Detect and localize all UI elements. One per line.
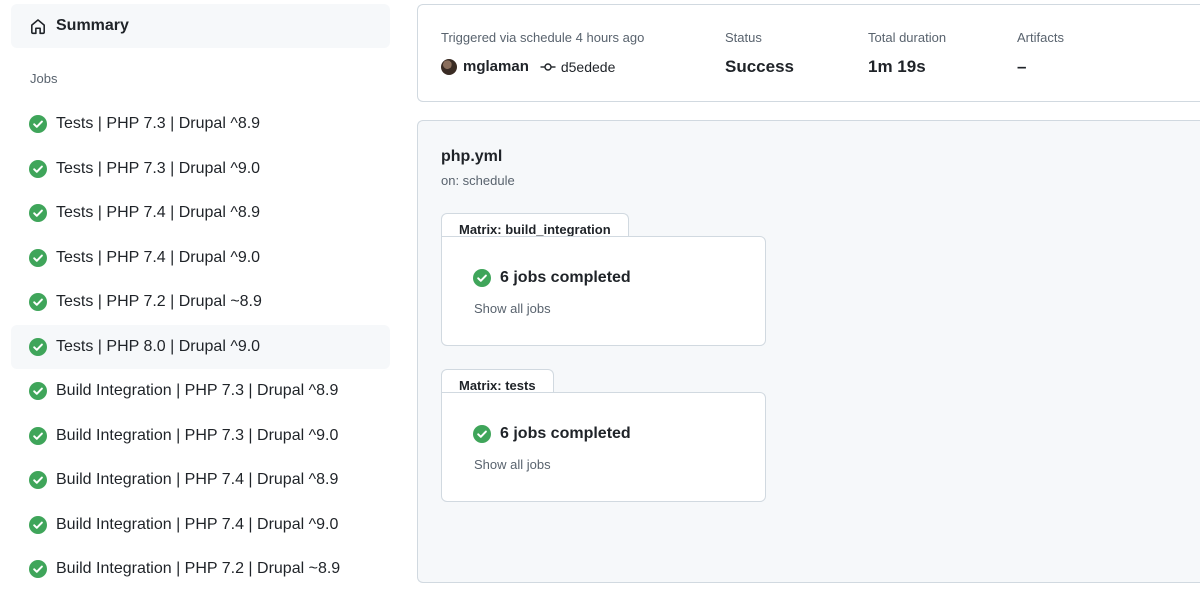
- trigger-label: Triggered via schedule 4 hours ago: [441, 30, 645, 45]
- artifacts-value: –: [1017, 57, 1027, 76]
- matrix-box: 6 jobs completed Show all jobs: [441, 236, 766, 346]
- matrix-status: 6 jobs completed: [473, 269, 631, 287]
- job-label: Build Integration | PHP 7.2 | Drupal ~8.…: [56, 560, 341, 578]
- job-label: Build Integration | PHP 7.3 | Drupal ^9.…: [56, 426, 339, 444]
- jobs-heading: Jobs: [30, 71, 58, 86]
- show-all-jobs-link[interactable]: Show all jobs: [474, 457, 551, 472]
- job-label: Tests | PHP 7.2 | Drupal ~8.9: [56, 293, 262, 311]
- check-circle-icon: [29, 204, 47, 223]
- duration-value: 1m 19s: [868, 57, 926, 76]
- matrix-box: 6 jobs completed Show all jobs: [441, 392, 766, 502]
- duration-label: Total duration: [868, 30, 947, 45]
- check-circle-icon: [29, 248, 47, 267]
- job-label: Build Integration | PHP 7.4 | Drupal ^8.…: [56, 471, 339, 489]
- check-circle-icon: [29, 515, 47, 534]
- workflow-file-name: php.yml: [441, 148, 503, 165]
- job-list: Tests | PHP 7.3 | Drupal ^8.9 Tests | PHP…: [11, 102, 390, 592]
- matrix-name: Matrix: tests: [441, 369, 554, 394]
- matrix-summary: 6 jobs completed: [500, 269, 631, 286]
- check-circle-icon: [29, 560, 47, 579]
- workflow-trigger: on: schedule: [441, 173, 515, 188]
- sidebar-job-item[interactable]: Build Integration | PHP 7.2 | Drupal ~8.…: [11, 547, 390, 592]
- check-circle-icon: [29, 159, 47, 178]
- job-label: Tests | PHP 8.0 | Drupal ^9.0: [56, 337, 261, 355]
- job-label: Tests | PHP 7.4 | Drupal ^9.0: [56, 248, 261, 266]
- matrix-name: Matrix: build_integration: [441, 213, 629, 238]
- check-circle-icon: [29, 115, 47, 134]
- status-value: Success: [725, 57, 794, 76]
- sidebar-job-item[interactable]: Build Integration | PHP 7.3 | Drupal ^9.…: [11, 414, 390, 459]
- check-circle-icon: [29, 382, 47, 401]
- sidebar-job-item[interactable]: Tests | PHP 7.3 | Drupal ^8.9: [11, 102, 390, 147]
- sidebar-item-summary[interactable]: Summary: [11, 4, 390, 48]
- sidebar-job-item[interactable]: Build Integration | PHP 7.4 | Drupal ^9.…: [11, 503, 390, 548]
- job-label: Build Integration | PHP 7.4 | Drupal ^9.…: [56, 515, 339, 533]
- matrix-summary: 6 jobs completed: [500, 425, 631, 442]
- artifacts-label: Artifacts: [1017, 30, 1064, 45]
- job-label: Tests | PHP 7.4 | Drupal ^8.9: [56, 204, 261, 222]
- check-circle-icon: [29, 293, 47, 312]
- workflow-graph: php.yml on: schedule Matrix: build_integ…: [417, 120, 1200, 583]
- check-circle-icon: [29, 337, 47, 356]
- job-label: Tests | PHP 7.3 | Drupal ^9.0: [56, 159, 261, 177]
- check-circle-icon: [473, 269, 491, 287]
- summary-label: Summary: [56, 17, 129, 34]
- sidebar-job-item[interactable]: Tests | PHP 8.0 | Drupal ^9.0: [11, 324, 390, 369]
- job-label: Tests | PHP 7.3 | Drupal ^8.9: [56, 115, 261, 133]
- sidebar-job-item[interactable]: Build Integration | PHP 7.3 | Drupal ^8.…: [11, 369, 390, 414]
- sidebar-job-item[interactable]: Tests | PHP 7.2 | Drupal ~8.9: [11, 280, 390, 325]
- actor-commit-row: mglaman d5edede: [441, 58, 615, 75]
- actor-name[interactable]: mglaman: [463, 58, 529, 75]
- show-all-jobs-link[interactable]: Show all jobs: [474, 301, 551, 316]
- run-info-card: Triggered via schedule 4 hours ago mglam…: [417, 4, 1200, 102]
- matrix-status: 6 jobs completed: [473, 425, 631, 443]
- job-label: Build Integration | PHP 7.3 | Drupal ^8.…: [56, 382, 339, 400]
- jobs-sidebar: Summary Jobs Tests | PHP 7.3 | Drupal ^8…: [0, 0, 400, 600]
- home-icon: [31, 19, 45, 35]
- status-label: Status: [725, 30, 762, 45]
- check-circle-icon: [473, 425, 491, 443]
- sidebar-job-item[interactable]: Tests | PHP 7.3 | Drupal ^9.0: [11, 147, 390, 192]
- sidebar-job-item[interactable]: Tests | PHP 7.4 | Drupal ^8.9: [11, 191, 390, 236]
- commit-sha-link[interactable]: d5edede: [561, 59, 616, 75]
- avatar[interactable]: [441, 58, 457, 75]
- sidebar-job-item[interactable]: Build Integration | PHP 7.4 | Drupal ^8.…: [11, 458, 390, 503]
- sidebar-job-item[interactable]: Tests | PHP 7.4 | Drupal ^9.0: [11, 236, 390, 281]
- git-commit-icon: [540, 62, 556, 71]
- check-circle-icon: [29, 426, 47, 445]
- check-circle-icon: [29, 471, 47, 490]
